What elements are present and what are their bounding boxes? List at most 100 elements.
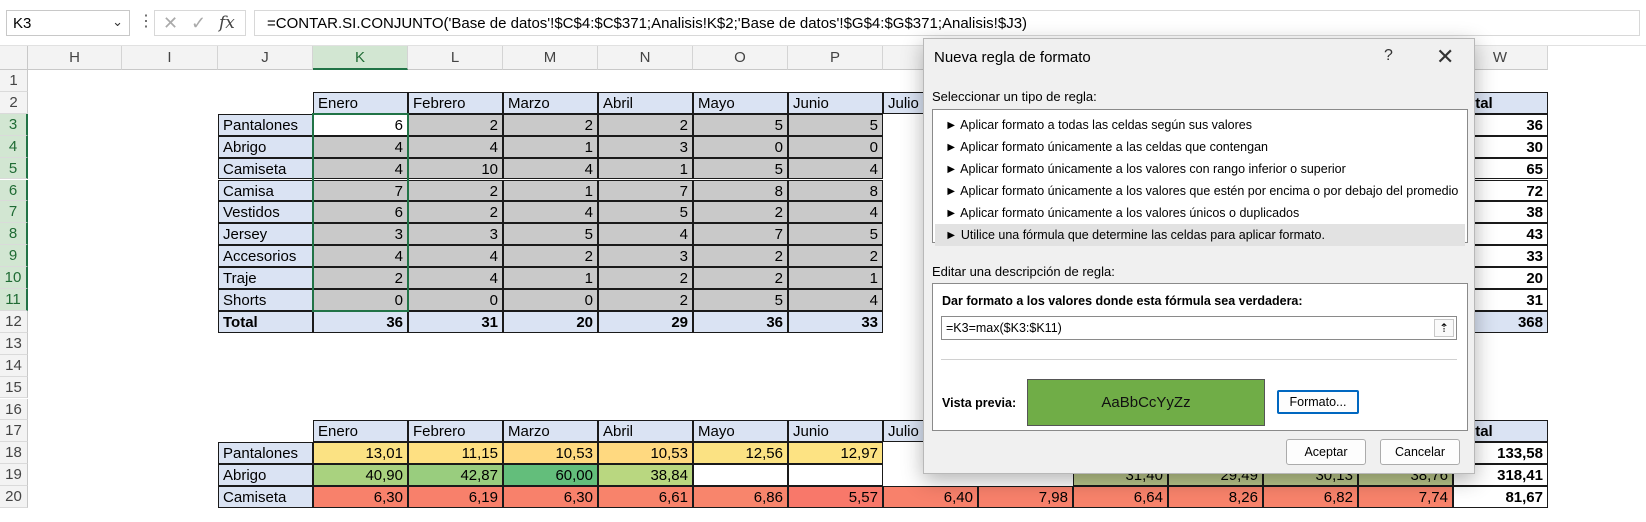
row-header[interactable]: 10 <box>0 267 28 289</box>
ok-button[interactable]: Aceptar <box>1286 439 1366 465</box>
column-header[interactable]: P <box>788 46 883 70</box>
count-cell[interactable]: 4 <box>503 201 598 224</box>
count-cell[interactable]: 2 <box>598 113 693 136</box>
count-cell[interactable]: 3 <box>313 223 408 246</box>
column-header[interactable]: L <box>408 46 503 70</box>
rule-type-option[interactable]: ► Aplicar formato únicamente a los valor… <box>935 202 1465 224</box>
count-cell[interactable]: 5 <box>503 223 598 246</box>
value-cell[interactable]: 12,56 <box>693 442 788 465</box>
rule-type-list[interactable]: ► Aplicar formato a todas las celdas seg… <box>932 109 1468 246</box>
column-header[interactable]: K <box>313 46 408 70</box>
count-cell[interactable]: 5 <box>788 223 883 246</box>
value-cell[interactable]: 11,15 <box>408 442 503 465</box>
value-cell[interactable]: 12,97 <box>788 442 883 465</box>
count-cell[interactable]: 4 <box>788 201 883 224</box>
count-cell[interactable]: 4 <box>788 289 883 311</box>
name-box[interactable]: K3 ⌄ <box>6 10 130 36</box>
count-cell[interactable]: 2 <box>408 113 503 136</box>
count-cell[interactable]: 5 <box>693 289 788 311</box>
count-cell[interactable]: 8 <box>788 179 883 202</box>
count-cell[interactable]: 2 <box>408 201 503 224</box>
value-cell[interactable]: 6,64 <box>1073 486 1168 508</box>
count-cell[interactable]: 2 <box>598 289 693 311</box>
row-header[interactable]: 12 <box>0 310 28 333</box>
count-cell[interactable]: 7 <box>598 179 693 202</box>
count-cell[interactable]: 4 <box>503 157 598 180</box>
row-header[interactable]: 19 <box>0 464 28 487</box>
value-cell[interactable]: 40,90 <box>313 464 408 487</box>
count-cell[interactable]: 1 <box>788 267 883 289</box>
count-cell[interactable]: 6 <box>313 201 408 224</box>
value-cell[interactable]: 6,82 <box>1263 486 1358 508</box>
value-cell[interactable]: 7,74 <box>1358 486 1453 508</box>
count-cell[interactable]: 1 <box>503 135 598 158</box>
count-cell[interactable]: 2 <box>503 245 598 268</box>
value-cell[interactable]: 60,00 <box>503 464 598 487</box>
row-header[interactable]: 4 <box>0 135 28 158</box>
count-cell[interactable]: 0 <box>788 135 883 158</box>
value-cell[interactable]: 5,57 <box>788 486 883 508</box>
row-header[interactable]: 15 <box>0 376 28 399</box>
count-cell[interactable]: 10 <box>408 157 503 180</box>
count-cell[interactable]: 6 <box>313 113 408 136</box>
rule-type-option[interactable]: ► Aplicar formato únicamente a las celda… <box>935 136 1465 158</box>
count-cell[interactable]: 0 <box>408 289 503 311</box>
value-cell[interactable]: 38,84 <box>598 464 693 487</box>
formula-field[interactable]: =K3=max($K3:$K11) ⇡ <box>941 316 1457 340</box>
cancel-entry-icon[interactable]: ✕ <box>163 13 178 34</box>
count-cell[interactable]: 7 <box>693 223 788 246</box>
count-cell[interactable]: 3 <box>598 135 693 158</box>
count-cell[interactable]: 2 <box>693 201 788 224</box>
count-cell[interactable]: 1 <box>503 179 598 202</box>
count-cell[interactable]: 2 <box>313 267 408 289</box>
count-cell[interactable]: 2 <box>693 267 788 289</box>
value-cell[interactable]: 6,61 <box>598 486 693 508</box>
count-cell[interactable]: 2 <box>693 245 788 268</box>
count-cell[interactable]: 1 <box>503 267 598 289</box>
value-cell[interactable]: 7,98 <box>978 486 1073 508</box>
row-header[interactable]: 17 <box>0 420 28 443</box>
count-cell[interactable]: 0 <box>693 135 788 158</box>
row-header[interactable]: 13 <box>0 332 28 355</box>
row-header[interactable]: 3 <box>0 113 28 136</box>
count-cell[interactable]: 3 <box>408 223 503 246</box>
confirm-entry-icon[interactable]: ✓ <box>191 13 206 34</box>
help-icon[interactable]: ? <box>1384 47 1393 65</box>
count-cell[interactable]: 2 <box>408 179 503 202</box>
value-cell[interactable]: 8,26 <box>1168 486 1263 508</box>
rule-type-option[interactable]: ► Aplicar formato únicamente a los valor… <box>935 180 1465 202</box>
more-options-icon[interactable]: ⋮ <box>138 11 154 31</box>
count-cell[interactable]: 5 <box>693 157 788 180</box>
count-cell[interactable]: 5 <box>693 113 788 136</box>
value-cell[interactable]: 6,86 <box>693 486 788 508</box>
count-cell[interactable]: 4 <box>598 223 693 246</box>
collapse-dialog-icon[interactable]: ⇡ <box>1434 319 1454 337</box>
insert-function-icon[interactable]: fx <box>219 13 235 33</box>
value-cell[interactable]: 6,19 <box>408 486 503 508</box>
rule-type-option[interactable]: ► Aplicar formato a todas las celdas seg… <box>935 114 1465 136</box>
count-cell[interactable]: 0 <box>503 289 598 311</box>
row-header[interactable]: 8 <box>0 223 28 246</box>
row-header[interactable]: 11 <box>0 289 28 311</box>
row-header[interactable]: 18 <box>0 442 28 465</box>
count-cell[interactable]: 4 <box>313 245 408 268</box>
count-cell[interactable]: 2 <box>503 113 598 136</box>
rule-type-option[interactable]: ► Utilice una fórmula que determine las … <box>935 224 1465 246</box>
count-cell[interactable]: 2 <box>598 267 693 289</box>
select-all-corner[interactable] <box>0 46 28 70</box>
row-header[interactable]: 14 <box>0 354 28 377</box>
count-cell[interactable]: 3 <box>598 245 693 268</box>
value-cell[interactable]: 42,87 <box>408 464 503 487</box>
rule-type-option[interactable]: ► Aplicar formato únicamente a los valor… <box>935 158 1465 180</box>
value-cell[interactable]: 13,01 <box>313 442 408 465</box>
count-cell[interactable]: 4 <box>313 157 408 180</box>
value-cell[interactable]: 6,30 <box>313 486 408 508</box>
count-cell[interactable]: 8 <box>693 179 788 202</box>
close-icon[interactable]: ✕ <box>1436 44 1454 70</box>
count-cell[interactable]: 4 <box>408 135 503 158</box>
format-button[interactable]: Formato... <box>1277 390 1359 414</box>
row-header[interactable]: 1 <box>0 70 28 92</box>
row-header[interactable]: 5 <box>0 157 28 180</box>
value-cell[interactable]: 6,30 <box>503 486 598 508</box>
row-header[interactable]: 20 <box>0 486 28 508</box>
